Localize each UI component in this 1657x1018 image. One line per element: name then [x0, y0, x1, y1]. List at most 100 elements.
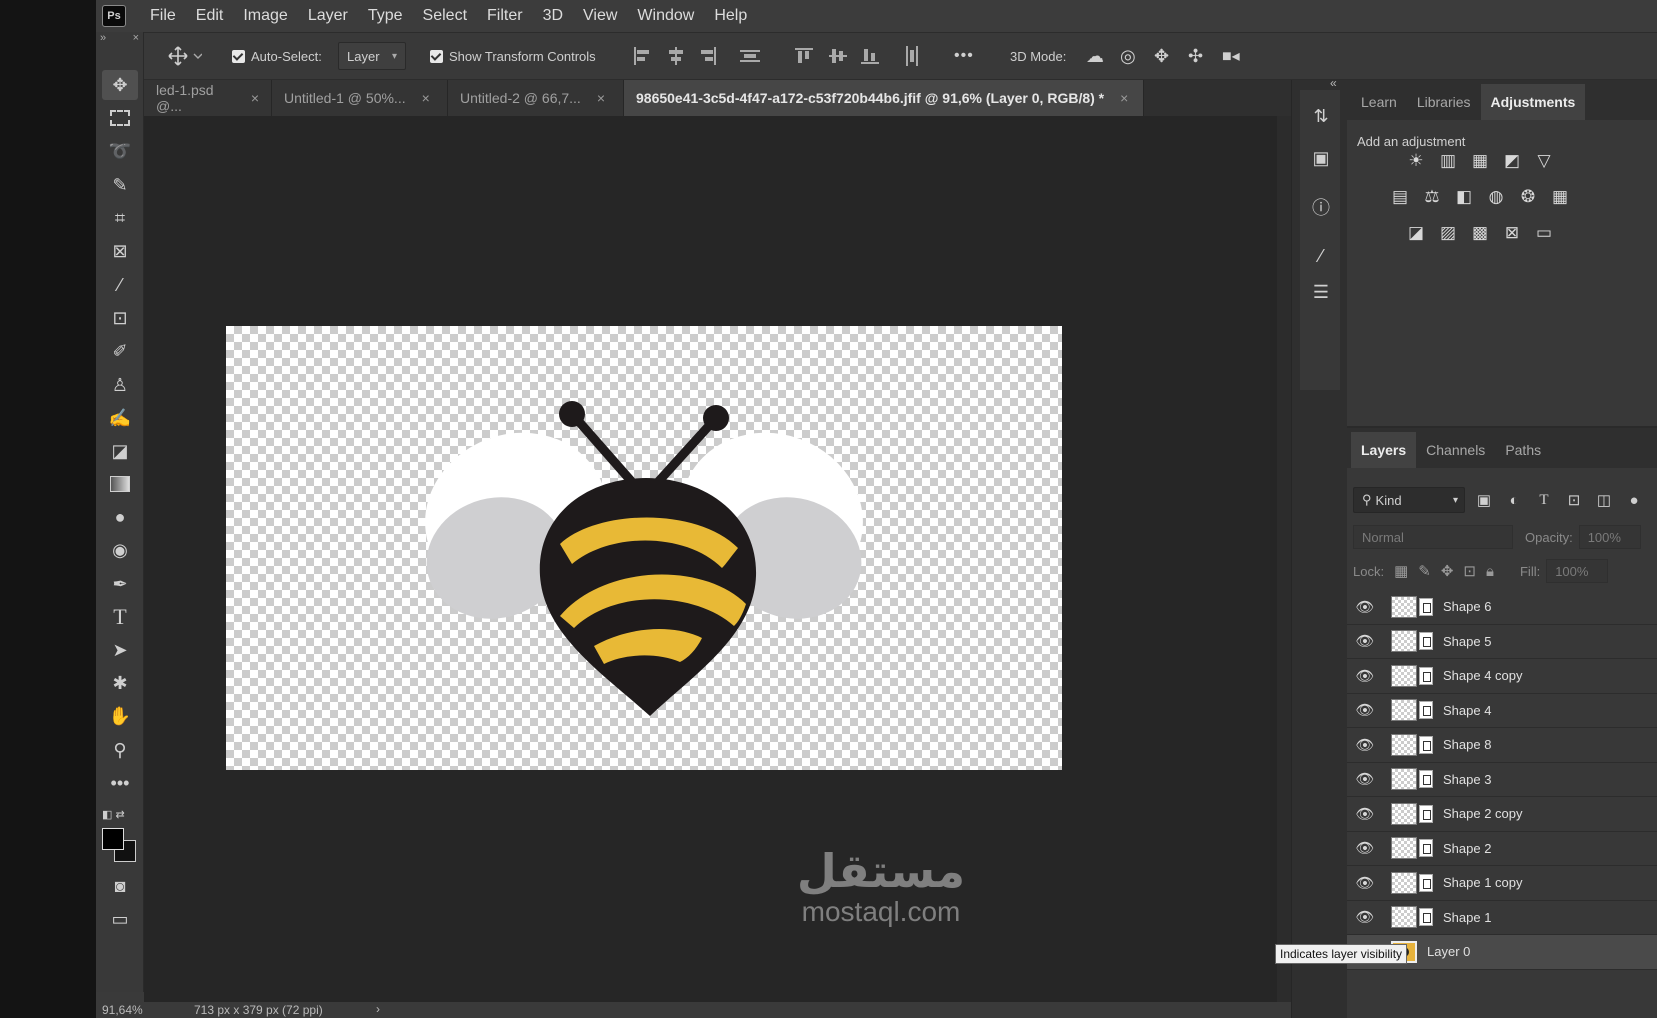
- visibility-eye-icon[interactable]: 👁︎: [1347, 831, 1383, 865]
- menu-select[interactable]: Select: [413, 7, 477, 25]
- layer-row[interactable]: 👁︎ Shape 6: [1347, 590, 1657, 625]
- visibility-eye-icon[interactable]: 👁︎: [1347, 624, 1383, 658]
- vibrance-icon[interactable]: ▽: [1533, 150, 1555, 172]
- hue-saturation-icon[interactable]: ▤: [1389, 186, 1411, 208]
- adjustment-sliders-icon[interactable]: ☰: [1310, 282, 1332, 304]
- brightness-contrast-icon[interactable]: ☀: [1405, 150, 1427, 172]
- move-tool[interactable]: ✥: [102, 70, 138, 100]
- tab-libraries[interactable]: Libraries: [1407, 84, 1481, 120]
- zoom-level[interactable]: 91,64%: [102, 1003, 143, 1017]
- move-tool-preset[interactable]: [168, 33, 202, 79]
- eraser-tool[interactable]: ◪: [102, 436, 138, 466]
- align-middle-icon[interactable]: [828, 46, 848, 66]
- menu-type[interactable]: Type: [358, 7, 413, 25]
- layer-row[interactable]: 👁︎ Shape 2: [1347, 831, 1657, 866]
- tab-document-3[interactable]: Untitled-2 @ 66,7... ×: [448, 80, 624, 116]
- filter-shape-icon[interactable]: ⊡: [1563, 491, 1585, 509]
- hand-tool[interactable]: ✋: [102, 701, 138, 731]
- collapse-panels-button[interactable]: «: [1330, 76, 1337, 90]
- blend-mode-dropdown[interactable]: Normal: [1353, 525, 1513, 549]
- auto-select-checkbox[interactable]: Auto-Select:: [232, 33, 322, 79]
- photo-filter-icon[interactable]: ◍: [1485, 186, 1507, 208]
- brush-settings-icon[interactable]: ⁄: [1310, 246, 1332, 268]
- menu-help[interactable]: Help: [704, 7, 757, 25]
- pen-tool[interactable]: ✒: [102, 569, 138, 599]
- crop-tool[interactable]: ⌗: [102, 203, 138, 233]
- foreground-color-swatch[interactable]: [102, 828, 124, 850]
- align-center-icon[interactable]: [666, 46, 686, 66]
- tab-layers[interactable]: Layers: [1351, 432, 1417, 468]
- 3d-rotate-icon[interactable]: ☁: [1086, 33, 1104, 79]
- distribute-vertical-icon[interactable]: [902, 46, 922, 66]
- lock-all-icon[interactable]: 🔒︎: [1486, 563, 1494, 580]
- close-icon[interactable]: ×: [597, 90, 605, 106]
- eyedropper-tool[interactable]: ⁄: [102, 270, 138, 300]
- visibility-eye-icon[interactable]: 👁︎: [1347, 693, 1383, 727]
- layer-row[interactable]: 👁︎ Shape 4: [1347, 693, 1657, 728]
- tab-document-active[interactable]: 98650e41-3c5d-4f47-a172-c53f720b44b6.jfi…: [624, 80, 1144, 116]
- opacity-field[interactable]: 100%: [1578, 525, 1641, 549]
- marquee-tool[interactable]: [102, 103, 138, 133]
- visibility-eye-icon[interactable]: 👁︎: [1347, 590, 1383, 624]
- lock-position-icon[interactable]: ✥: [1441, 562, 1454, 580]
- tab-learn[interactable]: Learn: [1351, 84, 1407, 120]
- collapse-toolbar-button[interactable]: »: [100, 32, 106, 50]
- layer-row[interactable]: 👁︎ Shape 5: [1347, 624, 1657, 659]
- filter-smart-object-icon[interactable]: ◫: [1593, 491, 1615, 509]
- show-transform-checkbox[interactable]: Show Transform Controls: [430, 33, 596, 79]
- edit-toolbar-button[interactable]: •••: [102, 768, 138, 798]
- clone-stamp-tool[interactable]: ♙: [102, 370, 138, 400]
- path-selection-tool[interactable]: ➤: [102, 635, 138, 665]
- black-white-icon[interactable]: ◧: [1453, 186, 1475, 208]
- selective-color-icon[interactable]: ⊠: [1501, 222, 1523, 244]
- lock-image-icon[interactable]: ✎: [1418, 562, 1431, 580]
- history-brush-tool[interactable]: ✍: [102, 403, 138, 433]
- menu-image[interactable]: Image: [233, 7, 297, 25]
- color-lookup-icon[interactable]: ▦: [1549, 186, 1571, 208]
- tab-document-1[interactable]: led-1.psd @... ×: [144, 80, 272, 116]
- custom-shape-tool[interactable]: ✱: [102, 668, 138, 698]
- 3d-slide-icon[interactable]: ✣: [1188, 33, 1203, 79]
- tab-document-2[interactable]: Untitled-1 @ 50%... ×: [272, 80, 448, 116]
- 3d-camera-icon[interactable]: ■◂: [1222, 33, 1240, 79]
- menu-view[interactable]: View: [573, 7, 627, 25]
- close-icon[interactable]: ×: [251, 90, 259, 106]
- history-panel-icon[interactable]: ⇅: [1310, 106, 1332, 128]
- menu-window[interactable]: Window: [627, 7, 704, 25]
- brush-tool[interactable]: ✐: [102, 336, 138, 366]
- menu-layer[interactable]: Layer: [298, 7, 358, 25]
- info-panel-icon[interactable]: ⓘ: [1310, 194, 1332, 218]
- blur-tool[interactable]: ●: [102, 502, 138, 532]
- close-icon[interactable]: ×: [1120, 90, 1128, 106]
- properties-panel-icon[interactable]: ▣: [1310, 148, 1332, 170]
- layer-row[interactable]: 👁︎ Shape 1 copy: [1347, 866, 1657, 901]
- align-right-icon[interactable]: [698, 46, 718, 66]
- tab-paths[interactable]: Paths: [1495, 432, 1551, 468]
- default-colors-icon[interactable]: ◧ ⇄: [102, 808, 125, 821]
- lock-artboard-icon[interactable]: ⊡: [1463, 562, 1476, 580]
- tab-adjustments[interactable]: Adjustments: [1480, 84, 1586, 120]
- layer-row[interactable]: 👁︎ Shape 3: [1347, 762, 1657, 797]
- vertical-scrollbar[interactable]: [1277, 116, 1291, 1002]
- levels-icon[interactable]: ▥: [1437, 150, 1459, 172]
- visibility-eye-icon[interactable]: 👁︎: [1347, 762, 1383, 796]
- menu-filter[interactable]: Filter: [477, 7, 533, 25]
- visibility-eye-icon[interactable]: 👁︎: [1347, 797, 1383, 831]
- zoom-tool[interactable]: ⚲: [102, 735, 138, 765]
- filter-toggle-icon[interactable]: ●: [1623, 492, 1645, 509]
- visibility-eye-icon[interactable]: 👁︎: [1347, 866, 1383, 900]
- status-menu-arrow[interactable]: ›: [376, 1002, 380, 1016]
- fill-field[interactable]: 100%: [1546, 559, 1609, 583]
- 3d-roll-icon[interactable]: ◎: [1120, 33, 1136, 79]
- exposure-icon[interactable]: ◩: [1501, 150, 1523, 172]
- menu-3d[interactable]: 3D: [533, 7, 573, 25]
- threshold-icon[interactable]: ▩: [1469, 222, 1491, 244]
- healing-brush-tool[interactable]: ⊡: [102, 303, 138, 333]
- tab-channels[interactable]: Channels: [1416, 432, 1495, 468]
- kind-filter-dropdown[interactable]: ⚲ Kind ▾: [1353, 487, 1465, 513]
- lock-transparent-icon[interactable]: ▦: [1394, 562, 1408, 580]
- channel-mixer-icon[interactable]: ❂: [1517, 186, 1539, 208]
- screen-mode-button[interactable]: ▭: [102, 904, 138, 934]
- layer-row[interactable]: 👁︎ Shape 4 copy: [1347, 659, 1657, 694]
- 3d-drag-icon[interactable]: ✥: [1154, 33, 1169, 79]
